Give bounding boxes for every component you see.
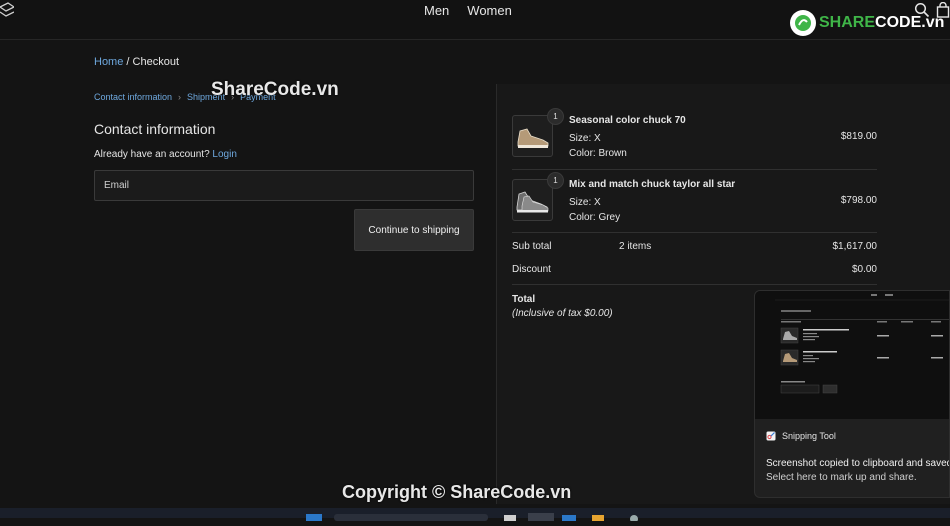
- product-color: Color: Brown: [569, 148, 627, 159]
- sharecode-logo-icon: [790, 10, 816, 36]
- nav-link-men[interactable]: Men: [424, 3, 449, 18]
- snipping-tool-notification[interactable]: Snipping Tool Screenshot copied to clipb…: [754, 290, 950, 498]
- divider: [512, 232, 877, 233]
- product-image: [512, 179, 553, 221]
- divider: [512, 284, 877, 285]
- account-prompt: Already have an account? Login: [94, 149, 237, 160]
- watermark-brand-logo: SHARECODE.vn: [790, 10, 944, 36]
- total-label: Total: [512, 294, 536, 305]
- notification-message: Screenshot copied to clipboard and saved: [766, 458, 950, 469]
- snipping-tool-icon: [766, 431, 776, 441]
- product-price: $798.00: [840, 195, 877, 206]
- subtotal-value: $1,617.00: [832, 241, 878, 252]
- notification-hint: Select here to mark up and share.: [766, 472, 917, 483]
- product-name[interactable]: Seasonal color chuck 70: [569, 115, 686, 126]
- product-price: $819.00: [840, 131, 877, 142]
- product-size: Size: X: [569, 133, 601, 144]
- product-image: [512, 115, 553, 157]
- breadcrumb: Home / Checkout: [94, 56, 180, 68]
- subtotal-label: Sub total: [512, 241, 552, 252]
- product-name[interactable]: Mix and match chuck taylor all star: [569, 179, 735, 190]
- login-link[interactable]: Login: [212, 149, 236, 160]
- nav-link-women[interactable]: Women: [467, 3, 512, 18]
- email-input[interactable]: [95, 171, 473, 200]
- product-color: Color: Grey: [569, 212, 621, 223]
- cart-item: 1 Seasonal color chuck 70 Size: X Color:…: [512, 108, 877, 159]
- cart-item: 1 Mix and match chuck taylor all star Si…: [512, 172, 877, 223]
- watermark-copyright: Copyright © ShareCode.vn: [342, 482, 572, 502]
- preview-thumbnail: [775, 294, 949, 394]
- step-contact-information[interactable]: Contact information: [94, 92, 172, 102]
- discount-value: $0.00: [851, 264, 877, 275]
- section-title: Contact information: [94, 121, 216, 137]
- product-size: Size: X: [569, 197, 601, 208]
- breadcrumb-current: Checkout: [132, 56, 180, 68]
- divider: [512, 169, 877, 170]
- discount-label: Discount: [512, 264, 551, 275]
- screenshot-preview[interactable]: [755, 291, 949, 419]
- sneaker-grey-icon: [516, 191, 549, 213]
- breadcrumb-home[interactable]: Home: [94, 56, 123, 68]
- sneaker-brown-icon: [517, 128, 549, 148]
- taskbar-icons: [306, 513, 638, 523]
- email-field[interactable]: [94, 170, 474, 201]
- subtotal-items: 2 items: [619, 241, 652, 252]
- continue-to-shipping-button[interactable]: Continue to shipping: [354, 209, 474, 251]
- tax-note: (Inclusive of tax $0.00): [512, 308, 613, 319]
- os-taskbar: [0, 508, 950, 523]
- quantity-badge: 1: [547, 172, 564, 189]
- watermark-brand-text: SHARECODE.vn: [819, 14, 945, 31]
- logo-icon[interactable]: [0, 2, 14, 20]
- quantity-badge: 1: [547, 108, 564, 125]
- notification-app-name: Snipping Tool: [782, 431, 836, 441]
- watermark-text: ShareCode.vn: [211, 79, 339, 100]
- chevron-right-icon: ›: [178, 92, 182, 102]
